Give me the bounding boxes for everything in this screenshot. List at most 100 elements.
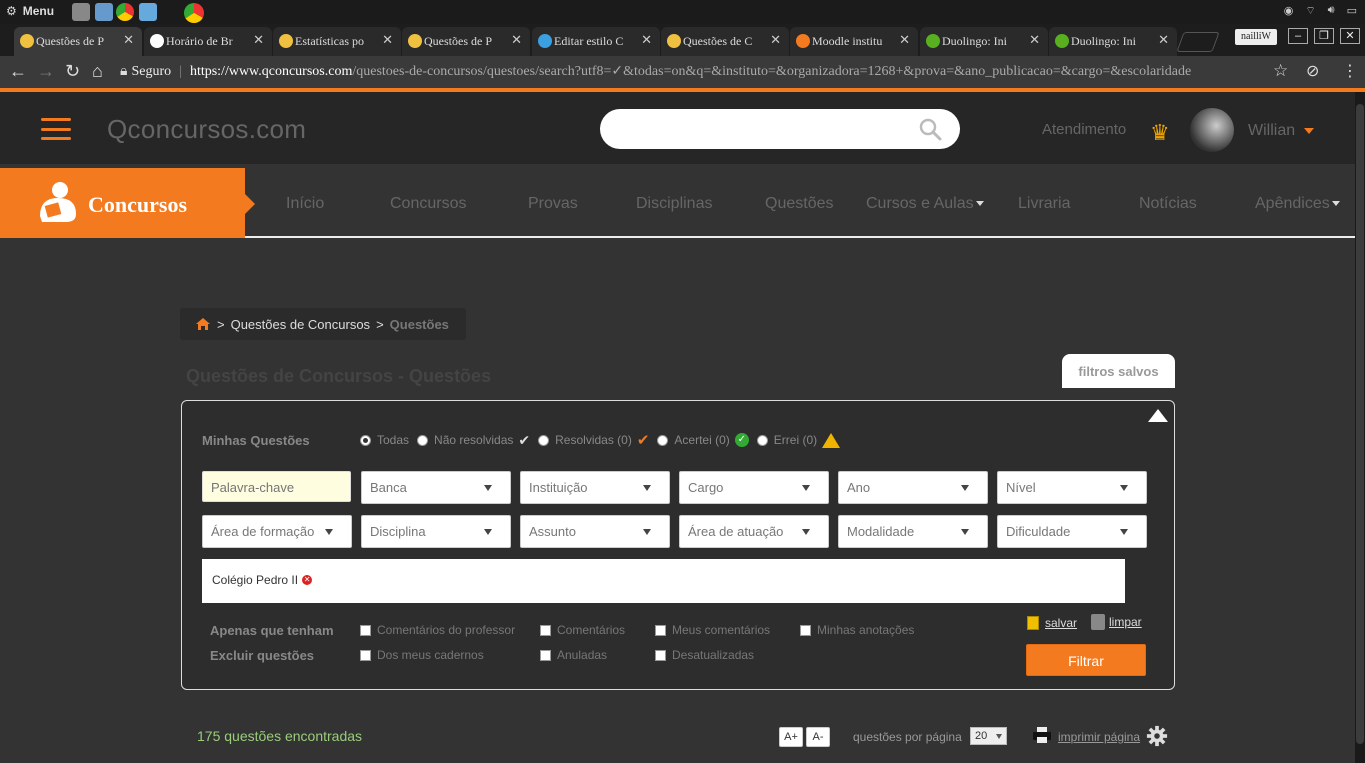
per-page-select[interactable]: 20: [970, 727, 1007, 745]
new-tab-button[interactable]: [1176, 32, 1220, 52]
site-search-input[interactable]: [616, 117, 906, 141]
home-icon[interactable]: [195, 317, 211, 331]
disciplina-select[interactable]: Disciplina: [361, 515, 511, 548]
clear-filter-link[interactable]: limpar: [1091, 614, 1142, 630]
crown-icon[interactable]: ♛: [1150, 120, 1170, 146]
chk-minhas-anotacoes[interactable]: Minhas anotações: [800, 623, 914, 637]
settings-gear-icon[interactable]: [1146, 725, 1168, 747]
tab-close-icon[interactable]: ✕: [641, 33, 652, 48]
home-icon[interactable]: ⌂: [92, 61, 103, 82]
address-bar[interactable]: 🔒︎ Seguro | https://www.qconcursos.com/ques…: [120, 59, 1290, 85]
saved-filters-tab[interactable]: filtros salvos: [1062, 354, 1175, 388]
reload-icon[interactable]: ↻: [65, 61, 80, 82]
breadcrumb-parent[interactable]: Questões de Concursos: [231, 317, 370, 332]
nav-cursos-e-aulas[interactable]: Cursos e Aulas: [866, 195, 984, 213]
instituicao-select[interactable]: Instituição: [520, 471, 670, 504]
chk-meus-comentarios[interactable]: Meus comentários: [655, 623, 770, 637]
chk-dos-meus-cadernos[interactable]: Dos meus cadernos: [360, 648, 484, 662]
chk-comentarios[interactable]: Comentários: [540, 623, 625, 637]
tab-8[interactable]: Duolingo: Ini ✕: [920, 27, 1048, 56]
nav-livraria[interactable]: Livraria: [1018, 195, 1070, 213]
printer-icon[interactable]: [1032, 726, 1052, 744]
keyword-field[interactable]: [202, 471, 351, 502]
avatar[interactable]: [1190, 108, 1234, 152]
area-atuacao-select[interactable]: Área de atuação: [679, 515, 829, 548]
forward-arrow-icon[interactable]: →: [37, 61, 55, 82]
volume-icon[interactable]: 🔊︎: [1328, 4, 1335, 18]
battery-icon[interactable]: ▭: [1347, 4, 1357, 18]
tab-close-icon[interactable]: ✕: [253, 33, 264, 48]
tab-1[interactable]: Questões de P ✕: [14, 27, 142, 56]
workspace-icon[interactable]: [72, 3, 90, 21]
page-scrollbar[interactable]: [1355, 92, 1365, 763]
chrome-window-icon[interactable]: [184, 3, 204, 23]
chk-comentarios-professor[interactable]: Comentários do professor: [360, 623, 515, 637]
files-icon[interactable]: [139, 3, 157, 21]
assunto-select[interactable]: Assunto: [520, 515, 670, 548]
user-name[interactable]: Willian: [1248, 122, 1295, 140]
wifi-icon[interactable]: ⌔: [1305, 4, 1315, 18]
radio-nao-resolvidas[interactable]: Não resolvidas ✔: [417, 432, 530, 449]
nav-inicio[interactable]: Início: [286, 195, 324, 213]
settings-app-icon[interactable]: [95, 3, 113, 21]
ano-select[interactable]: Ano: [838, 471, 988, 504]
maximize-icon[interactable]: ❐: [1314, 28, 1334, 44]
atendimento-link[interactable]: Atendimento: [1042, 121, 1126, 138]
extension-block-icon[interactable]: ⊘: [1306, 61, 1319, 81]
profile-chip[interactable]: nailliW: [1235, 29, 1277, 45]
scrollbar-thumb[interactable]: [1356, 104, 1364, 744]
filtrar-button[interactable]: Filtrar: [1026, 644, 1146, 676]
tab-6[interactable]: Questões de C ✕: [661, 27, 789, 56]
tab-close-icon[interactable]: ✕: [1158, 33, 1169, 48]
dificuldade-select[interactable]: Dificuldade: [997, 515, 1147, 548]
tab-close-icon[interactable]: ✕: [123, 33, 134, 48]
hamburger-menu-icon[interactable]: [41, 118, 71, 140]
nivel-select[interactable]: Nível: [997, 471, 1147, 504]
browser-menu-icon[interactable]: ⋮: [1342, 61, 1358, 81]
close-window-icon[interactable]: ✕: [1340, 28, 1360, 44]
nav-provas[interactable]: Provas: [528, 195, 578, 213]
keyword-input[interactable]: [211, 480, 351, 495]
collapse-up-icon[interactable]: [1148, 409, 1168, 422]
font-decrease-button[interactable]: A-: [806, 727, 830, 747]
tab-close-icon[interactable]: ✕: [382, 33, 393, 48]
nav-concursos[interactable]: Concursos: [390, 195, 466, 213]
search-icon[interactable]: [918, 117, 942, 141]
chk-desatualizadas[interactable]: Desatualizadas: [655, 648, 754, 662]
area-formacao-select[interactable]: Área de formação: [202, 515, 352, 548]
tab-close-icon[interactable]: ✕: [899, 33, 910, 48]
nav-apendices[interactable]: Apêndices: [1255, 195, 1340, 213]
cargo-select[interactable]: Cargo: [679, 471, 829, 504]
tab-3[interactable]: Estatísticas po ✕: [273, 27, 401, 56]
brand-tab-concursos[interactable]: Concursos: [0, 168, 255, 238]
user-icon[interactable]: ◉: [1284, 4, 1294, 18]
tab-close-icon[interactable]: ✕: [770, 33, 781, 48]
nav-questoes[interactable]: Questões: [765, 195, 833, 213]
tab-2[interactable]: Horário de Br ✕: [144, 27, 272, 56]
tab-4[interactable]: Questões de P ✕: [402, 27, 530, 56]
tab-close-icon[interactable]: ✕: [1029, 33, 1040, 48]
print-page-link[interactable]: imprimir página: [1058, 730, 1140, 744]
os-menu-button[interactable]: ⚙ Menu: [6, 4, 54, 18]
banca-select[interactable]: Banca: [361, 471, 511, 504]
tab-7[interactable]: Moodle institu ✕: [790, 27, 918, 56]
nav-noticias[interactable]: Notícias: [1139, 195, 1197, 213]
radio-acertei[interactable]: Acertei (0) ✓: [657, 433, 749, 447]
chrome-launcher-icon[interactable]: [116, 3, 134, 21]
chk-anuladas[interactable]: Anuladas: [540, 648, 607, 662]
minimize-icon[interactable]: –: [1288, 28, 1308, 44]
tab-5[interactable]: Editar estilo C ✕: [532, 27, 660, 56]
radio-todas[interactable]: Todas: [360, 433, 409, 447]
tab-close-icon[interactable]: ✕: [511, 33, 522, 48]
radio-errei[interactable]: Errei (0): [756, 432, 841, 448]
nav-disciplinas[interactable]: Disciplinas: [636, 195, 712, 213]
modalidade-select[interactable]: Modalidade: [838, 515, 988, 548]
bookmark-star-icon[interactable]: ☆: [1273, 61, 1288, 81]
radio-resolvidas[interactable]: Resolvidas (0) ✔: [538, 431, 649, 449]
tab-9[interactable]: Duolingo: Ini ✕: [1049, 27, 1177, 56]
font-increase-button[interactable]: A+: [779, 727, 803, 747]
back-arrow-icon[interactable]: ←: [9, 61, 27, 82]
remove-tag-icon[interactable]: ✕: [302, 575, 313, 585]
save-filter-link[interactable]: salvar: [1027, 616, 1077, 630]
chevron-down-icon[interactable]: [1304, 128, 1314, 134]
